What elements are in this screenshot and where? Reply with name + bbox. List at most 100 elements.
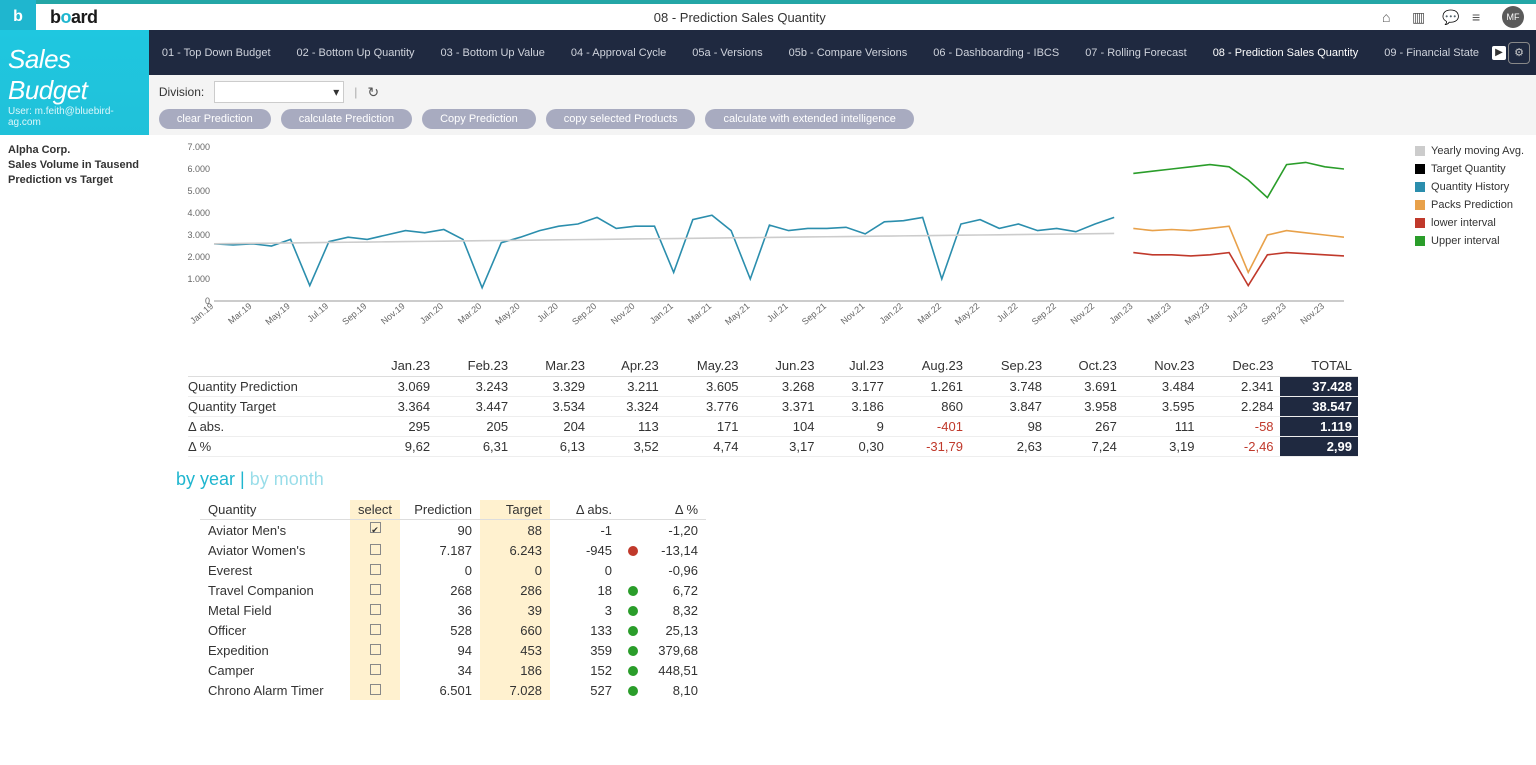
view-by-year[interactable]: by year [176, 469, 235, 489]
settings-icon[interactable]: ⚙ [1508, 42, 1530, 64]
select-checkbox[interactable] [370, 624, 381, 635]
select-checkbox[interactable] [370, 584, 381, 595]
table-row[interactable]: Everest 0 0 0 -0,96 [200, 560, 706, 580]
select-checkbox[interactable] [370, 644, 381, 655]
table-row[interactable]: Travel Companion 268 286 18 6,72 [200, 580, 706, 600]
svg-text:Jan.21: Jan.21 [648, 301, 675, 326]
svg-text:Mar.20: Mar.20 [456, 301, 484, 326]
svg-text:5.000: 5.000 [187, 186, 210, 196]
division-label: Division: [159, 85, 204, 99]
svg-text:Jan.23: Jan.23 [1107, 301, 1134, 326]
table-row[interactable]: Aviator Men's 90 88 -1 -1,20 [200, 520, 706, 541]
calc-extended-button[interactable]: calculate with extended intelligence [705, 109, 913, 129]
svg-text:Jul.23: Jul.23 [1225, 301, 1250, 324]
product-table: QuantityselectPredictionTargetΔ abs.Δ % … [200, 500, 1536, 701]
app-top-bar: b board 08 - Prediction Sales Quantity ⌂… [0, 0, 1536, 30]
svg-text:Mar.22: Mar.22 [916, 301, 944, 326]
tab-6[interactable]: 06 - Dashboarding - IBCS [920, 30, 1072, 75]
avatar[interactable]: MF [1502, 6, 1524, 28]
svg-text:7.000: 7.000 [187, 143, 210, 152]
copy-selected-products-button[interactable]: copy selected Products [546, 109, 696, 129]
legend-lower: lower interval [1431, 217, 1496, 229]
svg-text:Mar.21: Mar.21 [686, 301, 714, 326]
select-checkbox[interactable] [370, 522, 381, 533]
chart-info: Alpha Corp. Sales Volume in Tausend Pred… [8, 143, 184, 336]
svg-text:Sep.23: Sep.23 [1260, 301, 1288, 327]
svg-text:Sep.21: Sep.21 [800, 301, 828, 327]
tab-5[interactable]: 05b - Compare Versions [776, 30, 921, 75]
clear-prediction-button[interactable]: clear Prediction [159, 109, 271, 129]
svg-text:Nov.22: Nov.22 [1069, 301, 1097, 327]
home-icon[interactable]: ⌂ [1382, 9, 1398, 25]
line-chart: 01.0002.0003.0004.0005.0006.0007.000Jan.… [184, 143, 1344, 333]
chart-measure: Sales Volume in Tausend [8, 158, 184, 173]
table-row[interactable]: Officer 528 660 133 25,13 [200, 620, 706, 640]
legend-moving-avg: Yearly moving Avg. [1431, 145, 1524, 157]
tab-scroll-right[interactable]: ▶ [1492, 46, 1506, 60]
svg-text:Nov.23: Nov.23 [1298, 301, 1326, 327]
app-logo: board [50, 7, 98, 28]
legend-history: Quantity History [1431, 181, 1509, 193]
sidebar: Sales Budget User: m.feith@bluebird-ag.c… [0, 30, 149, 135]
svg-text:1.000: 1.000 [187, 274, 210, 284]
svg-text:Nov.20: Nov.20 [609, 301, 637, 327]
svg-text:Jul.20: Jul.20 [535, 301, 560, 324]
chart-company: Alpha Corp. [8, 143, 184, 158]
svg-text:Nov.21: Nov.21 [839, 301, 867, 327]
division-select[interactable]: ▾ [214, 81, 344, 103]
select-checkbox[interactable] [370, 684, 381, 695]
chat-icon[interactable]: 💬 [1442, 9, 1458, 25]
svg-text:Nov.19: Nov.19 [379, 301, 407, 327]
user-line: User: m.feith@bluebird-ag.com [8, 106, 141, 132]
chart-subtitle: Prediction vs Target [8, 173, 184, 188]
svg-text:4.000: 4.000 [187, 208, 210, 218]
tab-bar: 01 - Top Down Budget02 - Bottom Up Quant… [149, 30, 1536, 75]
view-switch: by year | by month [176, 469, 1536, 490]
svg-text:May.22: May.22 [953, 301, 982, 327]
table-row[interactable]: Metal Field 36 39 3 8,32 [200, 600, 706, 620]
menu-icon[interactable]: ≡ [1472, 9, 1488, 25]
svg-text:Jul.21: Jul.21 [765, 301, 790, 324]
tab-4[interactable]: 05a - Versions [679, 30, 775, 75]
legend-upper: Upper interval [1431, 235, 1499, 247]
svg-text:Jan.20: Jan.20 [418, 301, 445, 326]
table-row[interactable]: Expedition 94 453 359 379,68 [200, 640, 706, 660]
svg-text:3.000: 3.000 [187, 230, 210, 240]
layout-icon[interactable]: ▥ [1412, 9, 1428, 25]
svg-text:6.000: 6.000 [187, 164, 210, 174]
select-checkbox[interactable] [370, 564, 381, 575]
tab-0[interactable]: 01 - Top Down Budget [149, 30, 284, 75]
tab-9[interactable]: 09 - Financial State [1371, 30, 1492, 75]
svg-text:Mar.19: Mar.19 [226, 301, 254, 326]
tab-7[interactable]: 07 - Rolling Forecast [1072, 30, 1200, 75]
svg-text:Jan.22: Jan.22 [878, 301, 905, 326]
table-row[interactable]: Camper 34 186 152 448,51 [200, 660, 706, 680]
svg-text:May.20: May.20 [493, 301, 522, 327]
table-row[interactable]: Chrono Alarm Timer 6.501 7.028 527 8,10 [200, 680, 706, 700]
tab-8[interactable]: 08 - Prediction Sales Quantity [1200, 30, 1372, 75]
svg-text:Jul.19: Jul.19 [305, 301, 330, 324]
legend-packs: Packs Prediction [1431, 199, 1513, 211]
select-checkbox[interactable] [370, 664, 381, 675]
svg-text:Jul.22: Jul.22 [995, 301, 1020, 324]
svg-text:2.000: 2.000 [187, 252, 210, 262]
svg-text:Sep.19: Sep.19 [340, 301, 368, 327]
refresh-icon[interactable]: ↻ [367, 84, 379, 101]
tab-1[interactable]: 02 - Bottom Up Quantity [284, 30, 428, 75]
view-by-month[interactable]: by month [250, 469, 324, 489]
tab-2[interactable]: 03 - Bottom Up Value [428, 30, 558, 75]
table-row[interactable]: Aviator Women's 7.187 6.243 -945 -13,14 [200, 540, 706, 560]
chart-legend: Yearly moving Avg. Target Quantity Quant… [1415, 145, 1524, 253]
calculate-prediction-button[interactable]: calculate Prediction [281, 109, 412, 129]
legend-target: Target Quantity [1431, 163, 1506, 175]
svg-text:Jan.19: Jan.19 [188, 301, 215, 326]
select-checkbox[interactable] [370, 544, 381, 555]
select-checkbox[interactable] [370, 604, 381, 615]
svg-text:May.23: May.23 [1183, 301, 1212, 327]
svg-text:May.21: May.21 [723, 301, 752, 327]
svg-text:Sep.20: Sep.20 [570, 301, 598, 327]
chart-area: Yearly moving Avg. Target Quantity Quant… [184, 143, 1524, 336]
tab-3[interactable]: 04 - Approval Cycle [558, 30, 679, 75]
copy-prediction-button[interactable]: Copy Prediction [422, 109, 536, 129]
monthly-table: Jan.23Feb.23Mar.23Apr.23May.23Jun.23Jul.… [188, 356, 1536, 457]
